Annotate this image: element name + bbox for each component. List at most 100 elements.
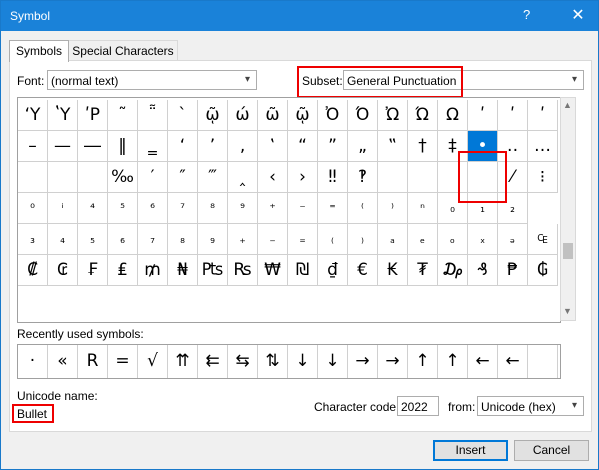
symbol-cell[interactable]: ₮ xyxy=(408,255,438,286)
cancel-button[interactable]: Cancel xyxy=(514,440,589,461)
symbol-grid-scrollbar[interactable]: ▲ ▼ xyxy=(560,97,576,321)
symbol-cell[interactable]: ₉ xyxy=(198,224,228,255)
symbol-cell[interactable]: ₔ xyxy=(498,224,528,255)
symbol-cell[interactable]: ₲ xyxy=(528,255,558,286)
symbol-cell[interactable]: ‽ xyxy=(348,162,378,193)
symbol-cell[interactable]: Ω xyxy=(438,100,468,131)
symbol-cell[interactable] xyxy=(48,162,78,193)
symbol-cell[interactable]: ῷ xyxy=(198,100,228,131)
symbol-cell[interactable]: ” xyxy=(318,131,348,162)
symbol-cell[interactable]: ₑ xyxy=(408,224,438,255)
symbol-cell[interactable]: ‹ xyxy=(258,162,288,193)
symbol-cell[interactable]: ″ xyxy=(168,162,198,193)
symbol-cell[interactable]: ‸ xyxy=(228,162,258,193)
symbol-cell[interactable]: ₨ xyxy=(228,255,258,286)
symbol-cell[interactable]: ῷ xyxy=(288,100,318,131)
symbol-cell[interactable]: ʻΥ xyxy=(18,100,48,131)
symbol-cell[interactable]: ₡ xyxy=(18,255,48,286)
symbol-cell[interactable]: ‘ xyxy=(168,131,198,162)
symbol-cell[interactable]: ⁾ xyxy=(378,193,408,224)
font-dropdown[interactable]: (normal text) ▾ xyxy=(47,70,257,90)
symbol-cell[interactable]: ₱ xyxy=(498,255,528,286)
symbol-cell[interactable]: ₓ xyxy=(468,224,498,255)
recent-symbol-cell[interactable]: ↓ xyxy=(288,345,318,378)
symbol-cell[interactable] xyxy=(78,162,108,193)
symbol-cell[interactable]: ⁶ xyxy=(138,193,168,224)
symbol-cell[interactable]: ₧ xyxy=(198,255,228,286)
symbol-cell[interactable]: ʽΥ xyxy=(48,100,78,131)
recent-symbol-cell[interactable]: ⇇ xyxy=(198,345,228,378)
symbol-cell[interactable]: ⁷ xyxy=(168,193,198,224)
symbol-cell[interactable]: ― xyxy=(78,131,108,162)
symbol-cell[interactable]: ₰ xyxy=(468,255,498,286)
symbol-cell[interactable]: ₊ xyxy=(228,224,258,255)
symbol-cell[interactable]: † xyxy=(408,131,438,162)
symbol-cell[interactable]: ⁵ xyxy=(108,193,138,224)
symbol-cell[interactable]: ₦ xyxy=(168,255,198,286)
insert-button[interactable]: Insert xyxy=(433,440,508,461)
symbol-cell[interactable]: ‚ xyxy=(228,131,258,162)
symbol-cell[interactable]: ῀ xyxy=(108,100,138,131)
symbol-cell[interactable]: ⁼ xyxy=(318,193,348,224)
symbol-cell[interactable]: Ὠ xyxy=(378,100,408,131)
symbol-cell[interactable]: ’ xyxy=(198,131,228,162)
symbol-cell[interactable] xyxy=(408,162,438,193)
recent-symbol-cell[interactable]: · xyxy=(18,345,48,378)
symbol-cell[interactable]: ‛ xyxy=(258,131,288,162)
symbol-cell[interactable]: ‖ xyxy=(108,131,138,162)
recent-symbol-cell[interactable]: « xyxy=(48,345,78,378)
recent-symbol-cell[interactable]: → xyxy=(348,345,378,378)
symbol-cell[interactable] xyxy=(378,162,408,193)
symbol-cell[interactable]: ⁴ xyxy=(78,193,108,224)
recent-symbol-cell[interactable]: ← xyxy=(468,345,498,378)
symbol-cell[interactable]: ₭ xyxy=(378,255,408,286)
symbol-cell[interactable]: ₍ xyxy=(318,224,348,255)
symbol-cell[interactable]: ₢ xyxy=(48,255,78,286)
symbol-cell[interactable]: „ xyxy=(348,131,378,162)
tab-symbols[interactable]: Symbols xyxy=(9,40,69,62)
symbol-cell[interactable]: ₤ xyxy=(108,255,138,286)
recent-symbol-cell[interactable]: ⇅ xyxy=(258,345,288,378)
recent-symbol-cell[interactable]: ← xyxy=(498,345,528,378)
scroll-down-icon[interactable]: ▼ xyxy=(563,306,572,316)
symbol-cell[interactable]: ₄ xyxy=(48,224,78,255)
symbol-cell[interactable]: ⁽ xyxy=(348,193,378,224)
symbol-cell[interactable]: ⁹ xyxy=(228,193,258,224)
help-button[interactable]: ? xyxy=(523,7,530,22)
symbol-cell[interactable]: Ὀ xyxy=(318,100,348,131)
symbol-cell[interactable]: ‰ xyxy=(108,162,138,193)
recent-symbol-cell[interactable]: → xyxy=(378,345,408,378)
recent-symbol-cell[interactable]: ⇆ xyxy=(228,345,258,378)
symbol-cell[interactable]: – xyxy=(18,131,48,162)
scroll-thumb[interactable] xyxy=(563,243,573,259)
symbol-cell[interactable]: ʹΡ xyxy=(78,100,108,131)
recent-symbol-cell[interactable]: R xyxy=(78,345,108,378)
symbol-cell[interactable]: ῁ xyxy=(138,100,168,131)
recent-symbol-cell[interactable]: ↑ xyxy=(408,345,438,378)
symbol-cell[interactable]: ₣ xyxy=(78,255,108,286)
tab-special-characters[interactable]: Special Characters xyxy=(68,40,178,61)
recent-symbol-cell[interactable]: ↑ xyxy=(438,345,468,378)
symbol-cell[interactable]: ώ xyxy=(228,100,258,131)
recent-symbol-cell[interactable]: ⇈ xyxy=(168,345,198,378)
symbol-cell[interactable]: ʹ xyxy=(498,100,528,131)
close-button[interactable]: ✕ xyxy=(563,5,593,27)
symbol-cell[interactable]: Ώ xyxy=(408,100,438,131)
symbol-cell[interactable]: ₐ xyxy=(378,224,408,255)
symbol-cell[interactable]: ₆ xyxy=(108,224,138,255)
symbol-cell[interactable]: — xyxy=(48,131,78,162)
symbol-cell[interactable]: ₥ xyxy=(138,255,168,286)
from-dropdown[interactable]: Unicode (hex) ▾ xyxy=(477,396,584,416)
symbol-cell[interactable]: ⁝ xyxy=(528,162,558,193)
symbol-cell[interactable]: ₯ xyxy=(438,255,468,286)
symbol-cell[interactable]: ⁻ xyxy=(288,193,318,224)
symbol-cell[interactable]: ₇ xyxy=(138,224,168,255)
symbol-cell[interactable]: ‟ xyxy=(378,131,408,162)
symbol-cell[interactable]: ₎ xyxy=(348,224,378,255)
symbol-cell[interactable]: ⁸ xyxy=(198,193,228,224)
symbol-cell[interactable]: ⁺ xyxy=(258,193,288,224)
recent-symbol-cell[interactable] xyxy=(528,345,558,378)
recent-symbol-cell[interactable]: √ xyxy=(138,345,168,378)
symbol-cell[interactable]: ₈ xyxy=(168,224,198,255)
symbol-cell[interactable]: ⁿ xyxy=(408,193,438,224)
